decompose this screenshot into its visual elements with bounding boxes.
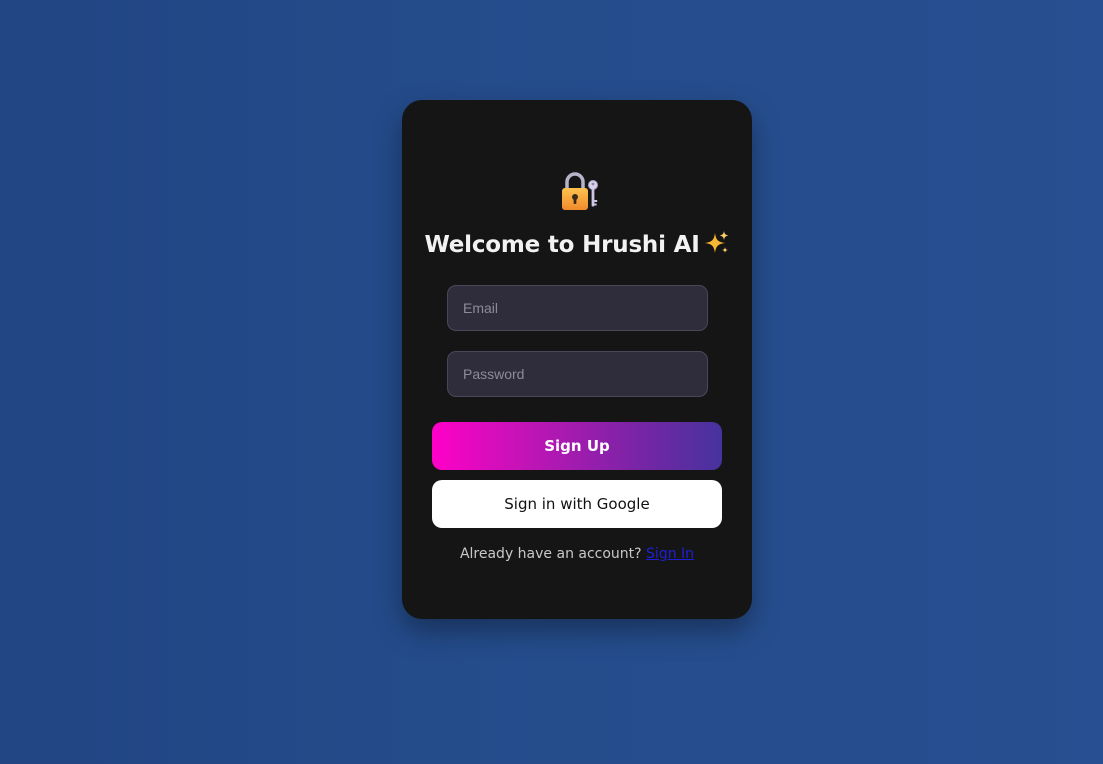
locked-with-key-icon [558, 170, 602, 214]
sign-in-with-google-button[interactable]: Sign in with Google [432, 480, 722, 528]
signup-card: Welcome to Hrushi AI Sign Up Sign in wit… [402, 100, 752, 619]
email-field[interactable] [447, 285, 708, 331]
signin-prompt-text: Already have an account? [459, 546, 642, 562]
welcome-title: Welcome to Hrushi AI [424, 232, 700, 258]
password-field[interactable] [447, 351, 708, 397]
signin-prompt: Already have an account? Sign In [402, 546, 752, 562]
sign-in-link[interactable]: Sign In [646, 546, 694, 562]
sparkles-icon [704, 230, 730, 256]
sign-up-button[interactable]: Sign Up [432, 422, 722, 470]
page-title: Welcome to Hrushi AI [402, 230, 752, 259]
